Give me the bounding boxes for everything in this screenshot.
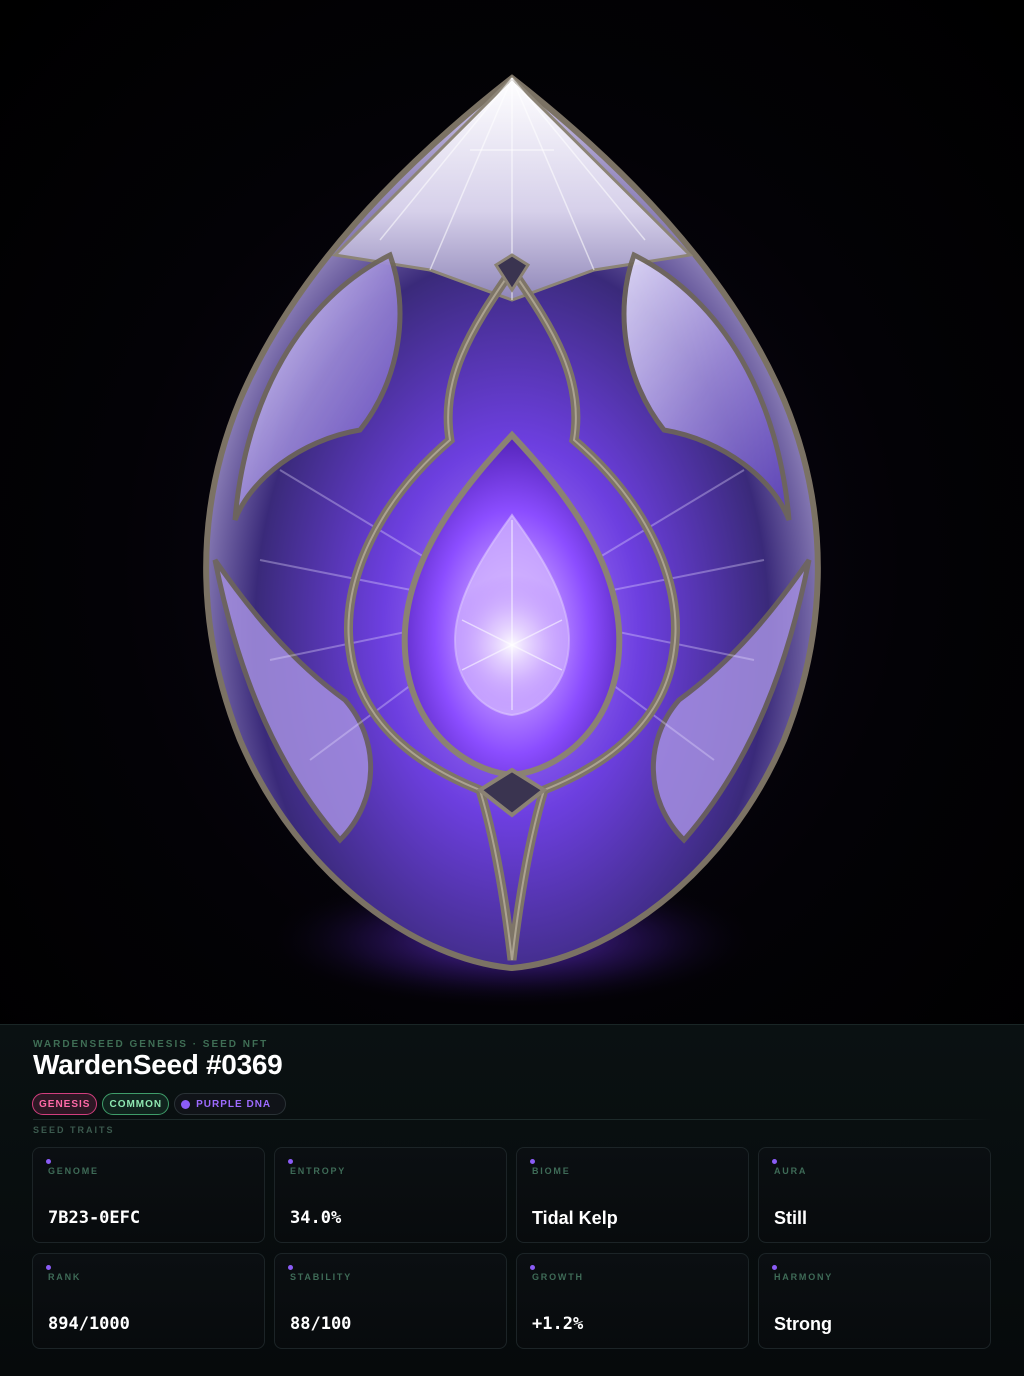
trait-dot-icon	[530, 1265, 535, 1270]
trait-label: BIOME	[532, 1166, 571, 1176]
badge-row: GENESIS COMMON PURPLE DNA	[32, 1093, 287, 1115]
trait-card-genome: GENOME 7B23-0EFC	[32, 1147, 265, 1243]
trait-dot-icon	[288, 1265, 293, 1270]
trait-label: HARMONY	[774, 1272, 834, 1282]
trait-dot-icon	[46, 1265, 51, 1270]
seed-artwork	[0, 0, 1024, 1024]
trait-value: 894/1000	[48, 1314, 130, 1334]
trait-value: 88/100	[290, 1314, 352, 1334]
trait-card-entropy: ENTROPY 34.0%	[274, 1147, 507, 1243]
trait-card-growth: GROWTH +1.2%	[516, 1253, 749, 1349]
trait-value: Still	[774, 1208, 808, 1228]
trait-card-biome: BIOME Tidal Kelp	[516, 1147, 749, 1243]
trait-value: 34.0%	[290, 1208, 342, 1228]
trait-dot-icon	[530, 1159, 535, 1164]
trait-label: GENOME	[48, 1166, 99, 1176]
dna-badge-label: PURPLE DNA	[196, 1098, 272, 1110]
trait-card-rank: RANK 894/1000	[32, 1253, 265, 1349]
rarity-badge: COMMON	[102, 1093, 170, 1115]
trait-dot-icon	[46, 1159, 51, 1164]
trait-dot-icon	[288, 1159, 293, 1164]
trait-card-aura: AURA Still	[758, 1147, 991, 1243]
page-title: WardenSeed #0369	[33, 1049, 283, 1080]
trait-label: AURA	[774, 1166, 808, 1176]
genesis-badge-label: GENESIS	[39, 1098, 91, 1110]
trait-label: GROWTH	[532, 1272, 584, 1282]
nft-info-panel: WARDENSEED GENESIS · SEED NFT WardenSeed…	[0, 1024, 1024, 1376]
trait-card-harmony: HARMONY Strong	[758, 1253, 991, 1349]
trait-value: +1.2%	[532, 1314, 584, 1334]
traits-grid: GENOME 7B23-0EFC ENTROPY 34.0% BIOME Tid…	[32, 1147, 992, 1349]
trait-label: ENTROPY	[290, 1166, 347, 1176]
traits-section-label: SEED TRAITS	[33, 1125, 115, 1135]
genesis-badge: GENESIS	[32, 1093, 98, 1115]
crystal-seed-illustration	[203, 74, 821, 1010]
dna-color-dot-icon	[181, 1099, 191, 1109]
dna-badge: PURPLE DNA	[174, 1093, 287, 1115]
trait-dot-icon	[772, 1265, 777, 1270]
trait-value: Strong	[774, 1314, 832, 1334]
rarity-badge-label: COMMON	[109, 1098, 163, 1110]
trait-value: Tidal Kelp	[532, 1208, 618, 1228]
trait-value: 7B23-0EFC	[48, 1208, 141, 1228]
trait-dot-icon	[772, 1159, 777, 1164]
trait-label: RANK	[48, 1272, 82, 1282]
trait-card-stability: STABILITY 88/100	[274, 1253, 507, 1349]
trait-label: STABILITY	[290, 1272, 353, 1282]
section-divider	[33, 1119, 991, 1120]
